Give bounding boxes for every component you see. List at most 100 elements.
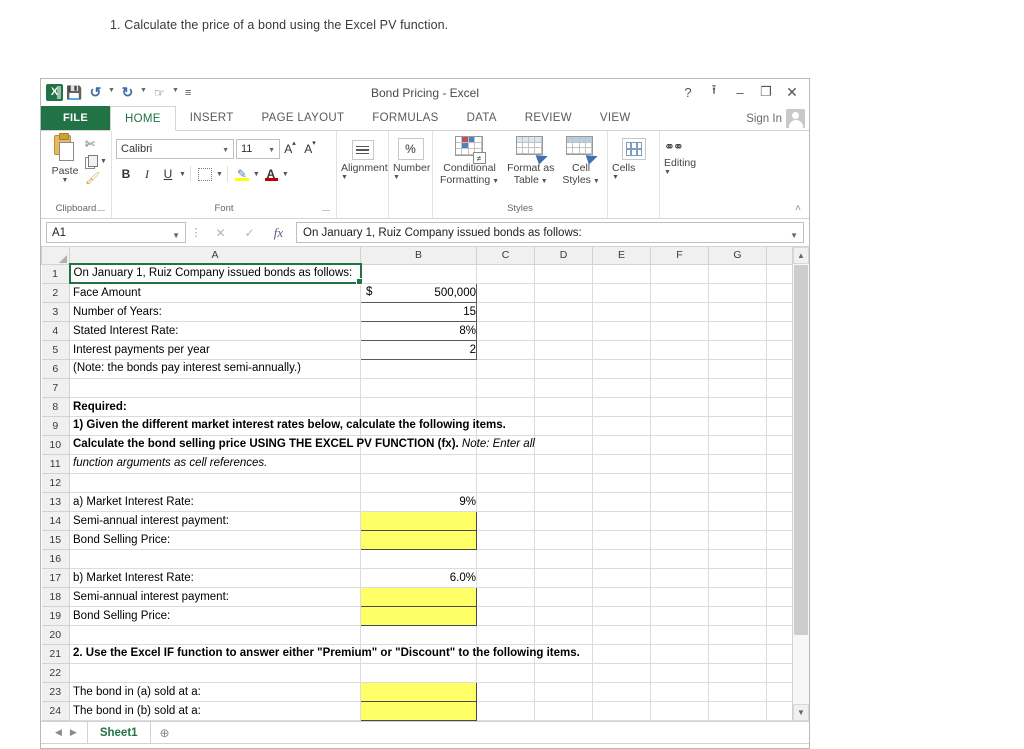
cell-c14[interactable] (476, 511, 535, 531)
column-header-h[interactable]: H (766, 247, 792, 265)
cell-a5[interactable]: Interest payments per year (69, 340, 361, 360)
cell-a6[interactable]: (Note: the bonds pay interest semi-annua… (69, 359, 361, 379)
cell-g13[interactable] (708, 492, 767, 512)
cell-g3[interactable] (708, 302, 767, 322)
cell-f14[interactable] (650, 511, 709, 531)
row-header-4[interactable]: 4 (41, 320, 70, 341)
cell-b23[interactable] (360, 681, 477, 702)
row-header-19[interactable]: 19 (41, 605, 70, 626)
cell-c18[interactable] (476, 587, 535, 607)
row-header-1[interactable]: 1 (41, 263, 70, 284)
cell-d23[interactable] (534, 682, 593, 702)
cell-h12[interactable] (766, 473, 792, 493)
italic-button[interactable]: I (137, 164, 157, 184)
cell-e12[interactable] (592, 473, 651, 493)
cell-g19[interactable] (708, 606, 767, 626)
row-header-18[interactable]: 18 (41, 586, 70, 607)
cell-b20[interactable] (360, 625, 477, 645)
undo-icon[interactable]: ↺ (86, 83, 105, 102)
add-sheet-icon[interactable]: ⊕ (151, 722, 179, 743)
cell-c4[interactable] (476, 321, 535, 341)
cell-e6[interactable] (592, 359, 651, 379)
cell-c2[interactable] (476, 283, 535, 303)
cell-f6[interactable] (650, 359, 709, 379)
cell-f19[interactable] (650, 606, 709, 626)
cell-d22[interactable] (534, 663, 593, 683)
cell-a1[interactable]: On January 1, Ruiz Company issued bonds … (68, 263, 364, 286)
cell-b18[interactable] (360, 586, 477, 607)
decrease-font-size-button[interactable]: A▾ (300, 140, 320, 156)
ribbon-display-options-icon[interactable]: ⭱ (701, 81, 727, 103)
tab-formulas[interactable]: FORMULAS (358, 106, 452, 130)
cell-b8[interactable] (360, 397, 477, 417)
cell-g1[interactable] (708, 264, 767, 284)
cell-e4[interactable] (592, 321, 651, 341)
cell-f22[interactable] (650, 663, 709, 683)
cell-a18[interactable]: Semi-annual interest payment: (69, 587, 361, 607)
cell-b17[interactable]: 6.0% (360, 568, 477, 588)
row-header-22[interactable]: 22 (41, 662, 70, 683)
row-header-24[interactable]: 24 (41, 700, 70, 721)
cell-c3[interactable] (476, 302, 535, 322)
borders-dropdown-icon[interactable]: ▼ (216, 171, 223, 178)
row-header-9[interactable]: 9 (41, 415, 70, 436)
cell-g6[interactable] (708, 359, 767, 379)
row-header-13[interactable]: 13 (41, 491, 70, 512)
cell-f16[interactable] (650, 549, 709, 569)
cell-d3[interactable] (534, 302, 593, 322)
alignment-dropdown-icon[interactable]: ▼ (341, 174, 348, 181)
cell-e8[interactable] (592, 397, 651, 417)
cell-d8[interactable] (534, 397, 593, 417)
cell-h13[interactable] (766, 492, 792, 512)
cell-f2[interactable] (650, 283, 709, 303)
row-header-6[interactable]: 6 (41, 358, 70, 379)
cell-f24[interactable] (650, 701, 709, 721)
cell-h21[interactable] (766, 644, 792, 664)
cell-c13[interactable] (476, 492, 535, 512)
number-dropdown-icon[interactable]: ▼ (393, 174, 400, 181)
cell-f23[interactable] (650, 682, 709, 702)
editing-dropdown-icon[interactable]: ▼ (664, 169, 671, 176)
cell-e21[interactable] (592, 644, 651, 664)
cell-g16[interactable] (708, 549, 767, 569)
avatar[interactable] (786, 109, 805, 128)
cell-f8[interactable] (650, 397, 709, 417)
cell-f11[interactable] (650, 454, 709, 474)
cell-c22[interactable] (476, 663, 535, 683)
cell-a22[interactable] (69, 663, 361, 683)
first-sheet-icon[interactable]: ◀ (55, 727, 62, 738)
cells-icon[interactable] (621, 138, 646, 160)
cell-f7[interactable] (650, 378, 709, 398)
cell-h5[interactable] (766, 340, 792, 360)
column-header-c[interactable]: C (476, 247, 535, 265)
cell-b13[interactable]: 9% (360, 492, 477, 512)
scroll-up-icon[interactable]: ▲ (793, 247, 809, 264)
cell-h17[interactable] (766, 568, 792, 588)
cell-d1[interactable] (534, 264, 593, 284)
cell-d9[interactable] (534, 416, 593, 436)
cell-d24[interactable] (534, 701, 593, 721)
row-header-5[interactable]: 5 (41, 339, 70, 360)
cell-a17[interactable]: b) Market Interest Rate: (69, 568, 361, 588)
alignment-icon[interactable] (351, 140, 374, 160)
cell-h3[interactable] (766, 302, 792, 322)
cells-dropdown-icon[interactable]: ▼ (612, 174, 619, 181)
row-header-2[interactable]: 2 (41, 282, 70, 303)
fill-color-icon[interactable]: ✎ (232, 164, 252, 184)
cell-a10[interactable]: Calculate the bond selling price USING T… (69, 435, 535, 455)
cell-e3[interactable] (592, 302, 651, 322)
cell-c6[interactable] (476, 359, 535, 379)
column-header-f[interactable]: F (650, 247, 709, 265)
cut-icon[interactable]: ✄ (85, 136, 113, 152)
cell-d5[interactable] (534, 340, 593, 360)
name-box-dropdown-icon[interactable]: ▼ (172, 231, 180, 240)
font-size-dropdown-icon[interactable]: ▼ (268, 147, 275, 154)
underline-button[interactable]: U (158, 164, 178, 184)
row-header-8[interactable]: 8 (41, 396, 70, 417)
cell-d17[interactable] (534, 568, 593, 588)
cell-a7[interactable] (69, 378, 361, 398)
cell-a15[interactable]: Bond Selling Price: (69, 530, 361, 550)
cell-h2[interactable] (766, 283, 792, 303)
cell-g7[interactable] (708, 378, 767, 398)
cell-e9[interactable] (592, 416, 651, 436)
